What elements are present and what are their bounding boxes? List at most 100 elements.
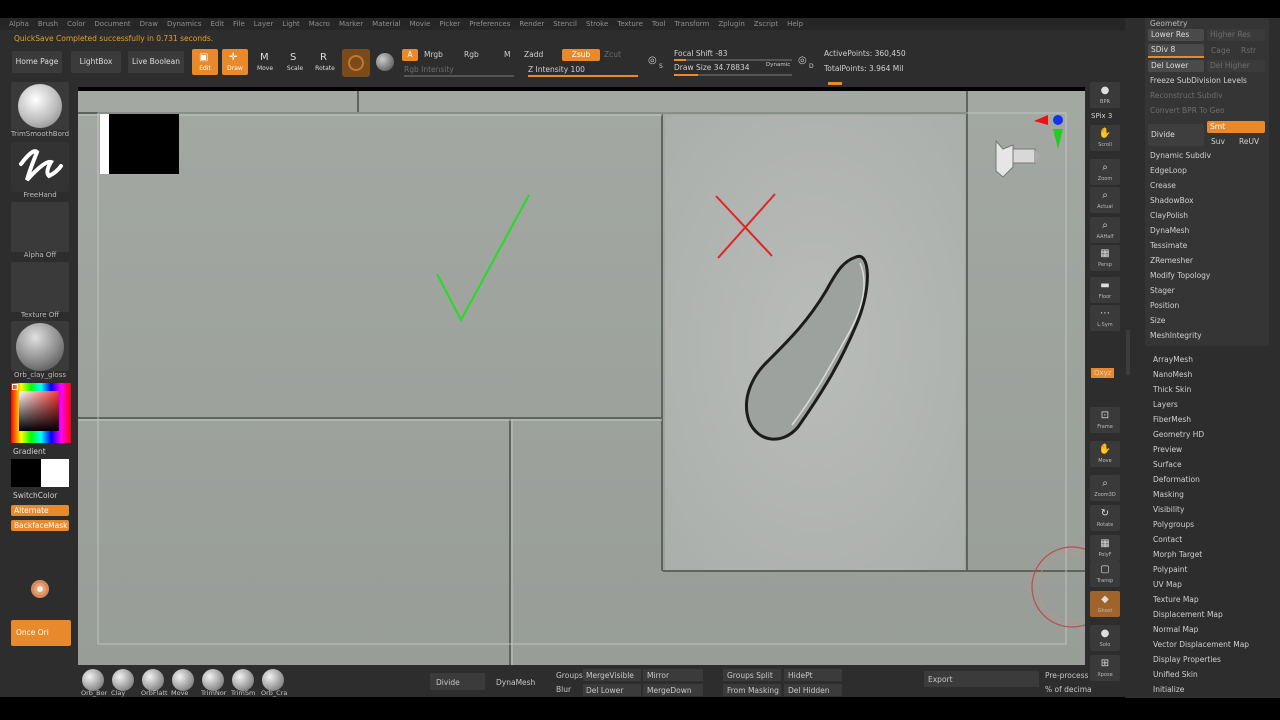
geometry-item-zremesher[interactable]: ZRemesher xyxy=(1150,256,1193,265)
viewport-canvas[interactable] xyxy=(78,91,1085,665)
menu-alpha[interactable]: Alpha xyxy=(9,20,29,28)
shelf-persp-button[interactable]: ▦ Persp xyxy=(1090,245,1120,271)
brush-move-button[interactable] xyxy=(172,669,194,691)
color-saturation-square[interactable] xyxy=(19,391,59,431)
shelf-floor-button[interactable]: ▬ Floor xyxy=(1090,277,1120,303)
zcut-button[interactable]: Zcut xyxy=(604,50,621,59)
menu-edit[interactable]: Edit xyxy=(210,20,224,28)
stroke-thumbnail[interactable] xyxy=(11,142,69,192)
geometry-item-crease[interactable]: Crease xyxy=(1150,181,1176,190)
subpalette-deformation[interactable]: Deformation xyxy=(1153,475,1200,484)
shelf-actual-button[interactable]: ⌕ Actual xyxy=(1090,187,1120,213)
geometry-item-dynamesh[interactable]: DynaMesh xyxy=(1150,226,1189,235)
geometry-item-stager[interactable]: Stager xyxy=(1150,286,1175,295)
mrgb-button[interactable]: Mrgb xyxy=(424,50,443,59)
subpalette-polygroups[interactable]: Polygroups xyxy=(1153,520,1194,529)
subpalette-preview[interactable]: Preview xyxy=(1153,445,1182,454)
del-lower-button[interactable]: Del Lower xyxy=(1148,60,1204,72)
backface-mask-toggle[interactable]: BackfaceMask xyxy=(11,520,69,531)
z-intensity-slider[interactable]: Z Intensity 100 xyxy=(528,65,585,74)
menu-movie[interactable]: Movie xyxy=(410,20,431,28)
once-ori-toggle[interactable]: Once Ori xyxy=(11,620,71,646)
rgb-button[interactable]: Rgb xyxy=(464,50,479,59)
cage-button[interactable]: Cage xyxy=(1211,46,1230,55)
subpalette-uv-map[interactable]: UV Map xyxy=(1153,580,1182,589)
move-button[interactable]: M Move xyxy=(252,49,278,75)
menu-tool[interactable]: Tool xyxy=(652,20,666,28)
lazy-mouse-icon[interactable] xyxy=(31,580,49,598)
dynamesh-bottom-button[interactable]: DynaMesh xyxy=(496,678,535,687)
xyz-symmetry-toggle[interactable]: Qxyz xyxy=(1091,368,1115,378)
geometry-header[interactable]: Geometry xyxy=(1150,19,1187,28)
menu-document[interactable]: Document xyxy=(94,20,130,28)
smt-toggle[interactable]: Smt xyxy=(1207,121,1265,133)
subpalette-layers[interactable]: Layers xyxy=(1153,400,1178,409)
del-lower-bottom-button[interactable]: Del Lower xyxy=(586,686,623,695)
texture-thumbnail[interactable] xyxy=(11,262,69,312)
viewport-svg[interactable] xyxy=(78,91,1085,665)
blur-slider[interactable]: Blur xyxy=(556,685,571,694)
spix-slider[interactable]: SPix 3 xyxy=(1091,112,1112,120)
gradient-label[interactable]: Gradient xyxy=(13,447,46,456)
divide-bottom-button[interactable]: Divide xyxy=(436,678,460,687)
menu-transform[interactable]: Transform xyxy=(675,20,710,28)
shelf-xpose-button[interactable]: ⊞ Xpose xyxy=(1090,655,1120,681)
hide-pt-button[interactable]: HidePt xyxy=(788,671,813,680)
color-picker[interactable] xyxy=(11,383,71,443)
menu-file[interactable]: File xyxy=(233,20,245,28)
rgb-intensity-slider[interactable]: Rgb Intensity xyxy=(404,65,454,74)
alpha-thumbnail[interactable] xyxy=(11,202,69,252)
focal-shift-slider[interactable]: Focal Shift -83 xyxy=(674,49,728,58)
brush-clay-button[interactable] xyxy=(112,669,134,691)
a-button[interactable]: A xyxy=(402,49,418,61)
geometry-item-modify-topology[interactable]: Modify Topology xyxy=(1150,271,1210,280)
sdiv-slider[interactable]: SDiv 8 xyxy=(1148,44,1204,56)
subpalette-surface[interactable]: Surface xyxy=(1153,460,1182,469)
menu-preferences[interactable]: Preferences xyxy=(469,20,510,28)
subpalette-contact[interactable]: Contact xyxy=(1153,535,1182,544)
switch-color-button[interactable]: SwitchColor xyxy=(13,491,57,500)
home-page-button[interactable]: Home Page xyxy=(12,51,62,73)
m-button[interactable]: M xyxy=(504,50,510,59)
menu-brush[interactable]: Brush xyxy=(38,20,58,28)
subpalette-texture-map[interactable]: Texture Map xyxy=(1153,595,1199,604)
geometry-item-edgeloop[interactable]: EdgeLoop xyxy=(1150,166,1187,175)
subpalette-displacement-map[interactable]: Displacement Map xyxy=(1153,610,1223,619)
subpalette-morph-target[interactable]: Morph Target xyxy=(1153,550,1202,559)
menu-draw[interactable]: Draw xyxy=(140,20,158,28)
menu-light[interactable]: Light xyxy=(282,20,299,28)
subpalette-geometry-hd[interactable]: Geometry HD xyxy=(1153,430,1204,439)
brush-thumbnail[interactable] xyxy=(11,82,69,130)
shelf-move-button[interactable]: ✋ Move xyxy=(1090,441,1120,467)
shelf-scroll-button[interactable]: ✋ Scroll xyxy=(1090,125,1120,151)
subpalette-arraymesh[interactable]: ArrayMesh xyxy=(1153,355,1193,364)
shelf-transp-button[interactable]: ▢ Transp xyxy=(1090,561,1120,587)
mirror-button[interactable]: Mirror xyxy=(647,671,669,680)
subpalette-nanomesh[interactable]: NanoMesh xyxy=(1153,370,1192,379)
menu-stroke[interactable]: Stroke xyxy=(586,20,608,28)
convert-bpr-button[interactable]: Convert BPR To Geo xyxy=(1150,106,1225,115)
subpalette-masking[interactable]: Masking xyxy=(1153,490,1184,499)
geometry-item-size[interactable]: Size xyxy=(1150,316,1165,325)
menu-picker[interactable]: Picker xyxy=(439,20,460,28)
color-sphere-icon[interactable] xyxy=(376,53,394,71)
menu-layer[interactable]: Layer xyxy=(254,20,274,28)
draw-button[interactable]: ✛ Draw xyxy=(222,49,248,75)
menu-zscript[interactable]: Zscript xyxy=(754,20,778,28)
rgb-intensity-track[interactable] xyxy=(404,75,514,77)
del-higher-button[interactable]: Del Higher xyxy=(1207,60,1265,72)
merge-visible-button[interactable]: MergeVisible xyxy=(586,671,634,680)
geometry-item-shadowbox[interactable]: ShadowBox xyxy=(1150,196,1194,205)
reuv-button[interactable]: ReUV xyxy=(1239,137,1259,146)
menu-dynamics[interactable]: Dynamics xyxy=(167,20,202,28)
menu-texture[interactable]: Texture xyxy=(617,20,643,28)
sdiv-track[interactable] xyxy=(1148,56,1204,58)
dynamic-toggle[interactable]: Dynamic xyxy=(766,62,790,68)
reconstruct-subdiv-button[interactable]: Reconstruct Subdiv xyxy=(1150,91,1223,100)
menu-color[interactable]: Color xyxy=(67,20,85,28)
subpalette-normal-map[interactable]: Normal Map xyxy=(1153,625,1198,634)
brush-trimnor-button[interactable] xyxy=(202,669,224,691)
draw-size-track[interactable] xyxy=(674,74,792,76)
shelf-ghost-button[interactable]: ◆ Ghost xyxy=(1090,591,1120,617)
shelf-solo-button[interactable]: ● Solo xyxy=(1090,625,1120,651)
